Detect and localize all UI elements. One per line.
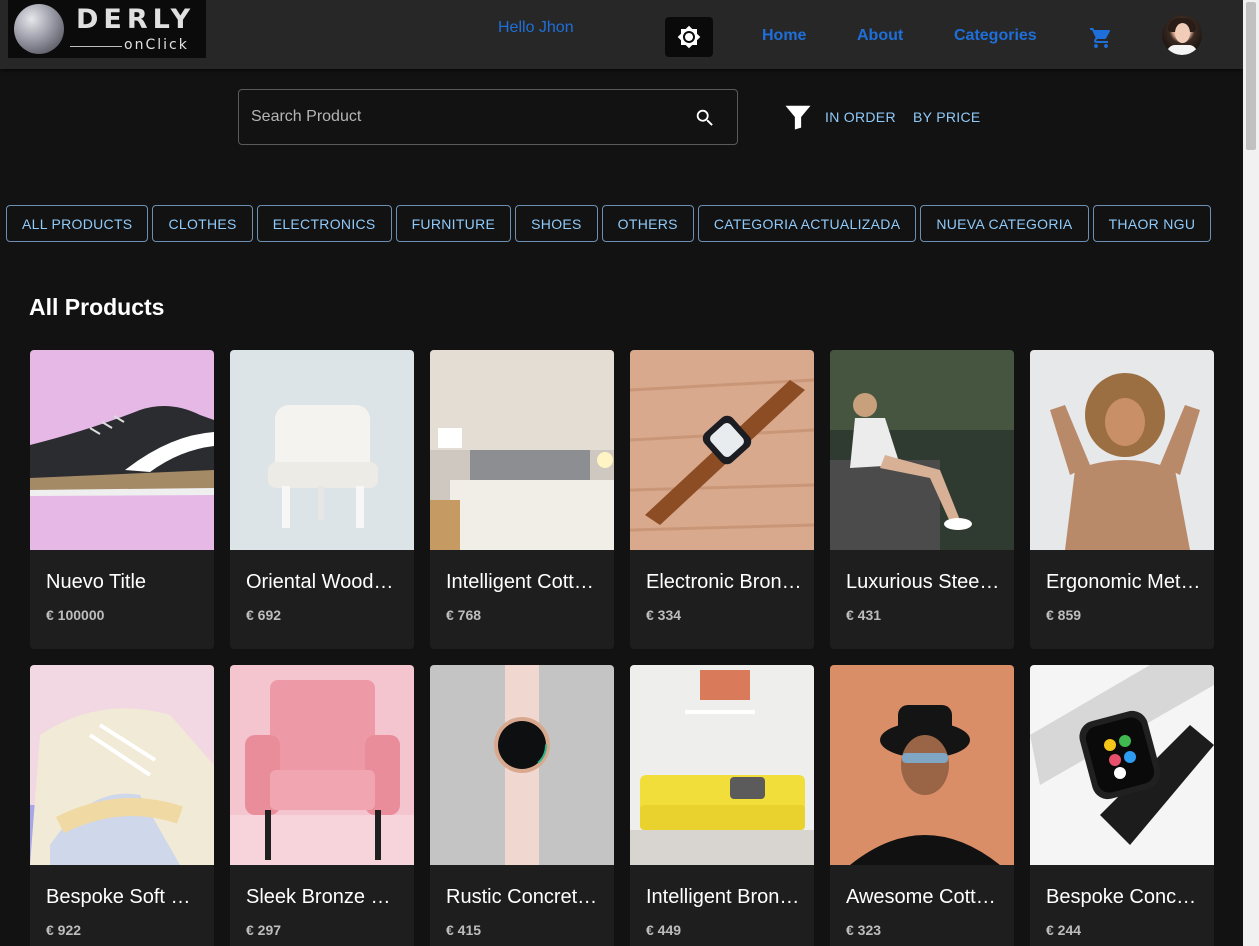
logo-circle	[14, 4, 64, 54]
cart-button[interactable]	[1089, 26, 1113, 55]
nav-home-link[interactable]: Home	[762, 27, 806, 45]
product-price: € 334	[646, 607, 682, 623]
product-price: € 297	[246, 922, 282, 938]
product-grid: Nuevo Title € 100000 Oriental Wooden Cha…	[30, 350, 1214, 946]
scrollbar-thumb[interactable]	[1246, 2, 1256, 150]
product-card[interactable]: Bespoke Concrete Watch € 244	[1030, 665, 1214, 946]
greeting-text: Hello Jhon	[498, 19, 574, 36]
category-chip-shoes[interactable]: SHOES	[515, 205, 598, 242]
logo-divider	[70, 46, 122, 47]
search-box[interactable]	[238, 89, 738, 145]
product-image	[30, 350, 214, 550]
product-price: € 859	[1046, 607, 1082, 623]
product-title: Intelligent Bronze Sofa	[646, 886, 802, 908]
product-image	[630, 350, 814, 550]
product-title: Electronic Bronze Watch	[646, 571, 802, 593]
product-image	[830, 350, 1014, 550]
product-card[interactable]: Intelligent Bronze Sofa € 449	[630, 665, 814, 946]
product-image	[30, 665, 214, 865]
product-title: Ergonomic Metal Sweater	[1046, 571, 1202, 593]
product-card[interactable]: Sleek Bronze Chair € 297	[230, 665, 414, 946]
product-image	[230, 665, 414, 865]
product-title: Nuevo Title	[46, 571, 147, 593]
category-chip-clothes[interactable]: CLOTHES	[152, 205, 253, 242]
category-chips: ALL PRODUCTS CLOTHES ELECTRONICS FURNITU…	[6, 205, 1212, 242]
sort-by-price-button[interactable]: BY PRICE	[913, 109, 981, 125]
product-price: € 922	[46, 922, 82, 938]
product-price: € 768	[446, 607, 482, 623]
section-title: All Products	[29, 294, 165, 320]
product-card[interactable]: Nuevo Title € 100000	[30, 350, 214, 649]
product-image	[430, 350, 614, 550]
sort-in-order-button[interactable]: IN ORDER	[825, 109, 896, 125]
product-title: Intelligent Cotton Bed	[446, 571, 602, 593]
theme-toggle-button[interactable]	[665, 17, 713, 57]
filter-icon[interactable]	[783, 102, 813, 132]
category-chip-thaor-ngu[interactable]: THAOR NGU	[1092, 205, 1212, 242]
product-price: € 415	[446, 922, 482, 938]
logo[interactable]: DERLY onClick	[8, 0, 206, 58]
product-card[interactable]: Electronic Bronze Watch € 334	[630, 350, 814, 649]
category-chip-all-products[interactable]: ALL PRODUCTS	[6, 205, 149, 242]
product-price: € 323	[846, 922, 882, 938]
product-title: Sleek Bronze Chair	[246, 886, 402, 908]
avatar-face	[1175, 23, 1190, 43]
search-button[interactable]	[694, 107, 716, 134]
product-card[interactable]: Luxurious Steel Dress € 431	[830, 350, 1014, 649]
product-price: € 244	[1046, 922, 1082, 938]
product-image	[230, 350, 414, 550]
product-price: € 100000	[46, 607, 105, 623]
category-chip-electronics[interactable]: ELECTRONICS	[256, 205, 392, 242]
nav-categories-link[interactable]: Categories	[954, 27, 1037, 45]
product-title: Bespoke Concrete Watch	[1046, 886, 1202, 908]
search-input[interactable]	[251, 90, 671, 144]
product-title: Oriental Wooden Chair	[246, 571, 402, 593]
product-image	[1030, 350, 1214, 550]
product-image	[630, 665, 814, 865]
cart-icon	[1090, 28, 1111, 48]
product-card[interactable]: Awesome Cotton Hat € 323	[830, 665, 1014, 946]
search-icon	[696, 109, 713, 126]
page-scrollbar[interactable]	[1243, 0, 1259, 946]
category-chip-categoria-actualizada[interactable]: CATEGORIA ACTUALIZADA	[697, 205, 917, 242]
product-title: Bespoke Soft Shoes	[46, 886, 202, 908]
product-card[interactable]: Intelligent Cotton Bed € 768	[430, 350, 614, 649]
logo-sub-text: onClick	[124, 37, 189, 53]
nav-about-link[interactable]: About	[857, 27, 903, 45]
product-image	[1030, 665, 1214, 865]
product-price: € 431	[846, 607, 882, 623]
app-bar: DERLY onClick Hello Jhon Home About Cate…	[0, 0, 1243, 69]
logo-main-text: DERLY	[76, 4, 196, 35]
product-title: Awesome Cotton Hat	[846, 886, 1002, 908]
avatar-shirt	[1167, 45, 1197, 55]
product-card[interactable]: Ergonomic Metal Sweater € 859	[1030, 350, 1214, 649]
product-card[interactable]: Oriental Wooden Chair € 692	[230, 350, 414, 649]
brightness-icon	[677, 25, 701, 49]
product-price: € 449	[646, 922, 682, 938]
product-title: Luxurious Steel Dress	[846, 571, 1002, 593]
product-card[interactable]: Rustic Concrete Watch € 415	[430, 665, 614, 946]
product-card[interactable]: Bespoke Soft Shoes € 922	[30, 665, 214, 946]
product-image	[830, 665, 1014, 865]
user-avatar[interactable]	[1162, 15, 1202, 55]
product-title: Rustic Concrete Watch	[446, 886, 602, 908]
category-chip-nueva-categoria[interactable]: NUEVA CATEGORIA	[920, 205, 1089, 242]
category-chip-furniture[interactable]: FURNITURE	[395, 205, 512, 242]
product-image	[430, 665, 614, 865]
product-price: € 692	[246, 607, 282, 623]
category-chip-others[interactable]: OTHERS	[601, 205, 694, 242]
